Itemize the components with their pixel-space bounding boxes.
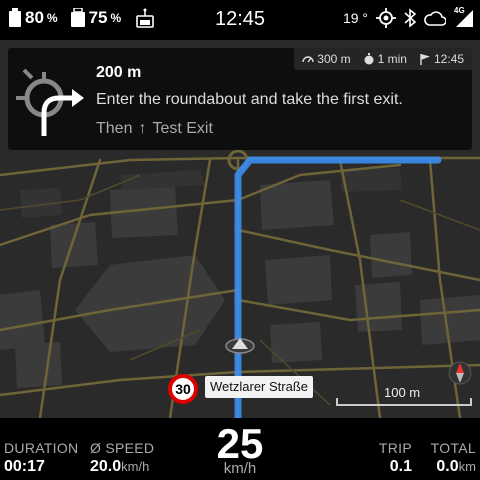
route-distance-icon bbox=[302, 56, 314, 63]
battery-1: 80% bbox=[8, 8, 58, 28]
flag-icon bbox=[420, 54, 430, 65]
then-text: Test Exit bbox=[152, 120, 213, 137]
ebike-battery-icon bbox=[70, 8, 85, 27]
network-type: 4G bbox=[454, 6, 465, 15]
turn-instruction-panel[interactable]: 200 m Enter the roundabout and take the … bbox=[8, 48, 472, 150]
avg-speed: 20.0km/h bbox=[90, 458, 149, 476]
scale-bar bbox=[336, 398, 472, 406]
battery-2: 75% bbox=[70, 8, 122, 28]
compass-icon[interactable] bbox=[448, 361, 472, 385]
total-unit: km bbox=[458, 459, 476, 474]
signal-icon: 4G bbox=[454, 6, 474, 28]
next-maneuver: Then ↑ Test Exit bbox=[96, 120, 213, 138]
total-value: 0.0 bbox=[436, 458, 459, 475]
remaining-time: 1 min bbox=[377, 52, 407, 66]
roundabout-right-icon bbox=[16, 68, 84, 136]
arrival-time: 12:45 bbox=[433, 52, 464, 66]
avg-speed-value: 20.0 bbox=[90, 458, 122, 475]
battery-icon bbox=[9, 8, 21, 27]
remaining-distance: 300 m bbox=[317, 52, 351, 66]
bluetooth-icon bbox=[404, 8, 416, 28]
avg-speed-label: Ø SPEED bbox=[90, 440, 155, 456]
then-label: Then bbox=[96, 120, 133, 137]
ride-dashboard: DURATION 00:17 Ø SPEED 20.0km/h 25 km/h … bbox=[0, 418, 480, 480]
total-label: TOTAL bbox=[430, 440, 476, 456]
stopwatch-icon bbox=[364, 53, 374, 65]
eta-bar: 300 m 1 min 12:45 bbox=[294, 48, 472, 70]
speed-limit-sign: 30 bbox=[168, 374, 198, 404]
battery-1-value: 80 bbox=[25, 8, 44, 27]
trip-value: 0.1 bbox=[389, 458, 412, 475]
cloud-icon bbox=[424, 11, 446, 26]
maneuver-distance: 200 m bbox=[96, 64, 142, 81]
duration-value: 00:17 bbox=[4, 458, 45, 475]
straight-arrow-icon: ↑ bbox=[138, 120, 147, 137]
trip-label: TRIP bbox=[378, 440, 412, 456]
duration-label: DURATION bbox=[4, 440, 79, 456]
battery-1-unit: % bbox=[46, 11, 58, 25]
status-bar: 80% 75% 12:45 19 ° 4G bbox=[0, 0, 480, 40]
street-name: Wetzlarer Straße bbox=[205, 376, 314, 398]
gps-icon bbox=[376, 8, 396, 28]
battery-2-unit: % bbox=[110, 11, 122, 25]
avg-speed-unit: km/h bbox=[121, 459, 150, 474]
total: 0.0km bbox=[436, 458, 476, 476]
bike-controller-icon bbox=[135, 8, 155, 28]
battery-2-value: 75 bbox=[88, 8, 108, 27]
temperature: 19 ° bbox=[342, 10, 368, 26]
maneuver-text: Enter the roundabout and take the first … bbox=[96, 91, 403, 108]
